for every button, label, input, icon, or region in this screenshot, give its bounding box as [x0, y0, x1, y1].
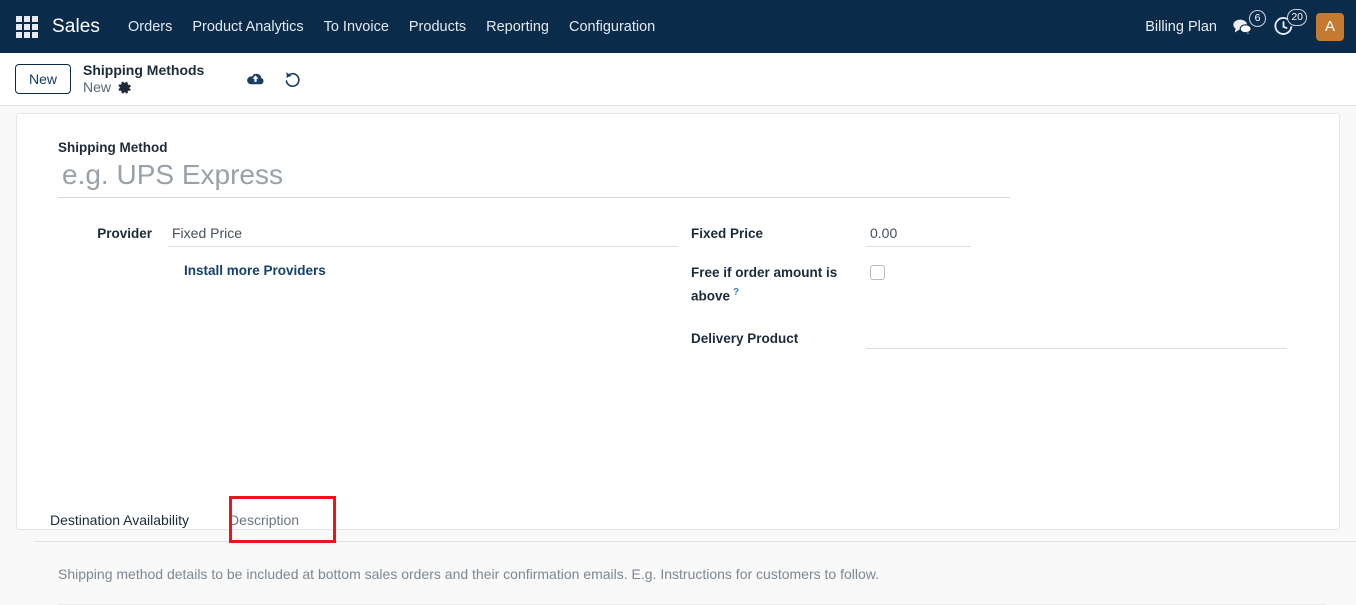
free-if-above-field-row: Free if order amount is above? — [691, 263, 1311, 307]
nav-item-to-invoice[interactable]: To Invoice — [314, 13, 399, 41]
help-icon[interactable]: ? — [733, 287, 739, 298]
gear-icon[interactable] — [118, 81, 132, 95]
save-record-button[interactable] — [246, 71, 265, 88]
form-groups: Provider Fixed Price Install more Provid… — [41, 224, 1315, 365]
apps-grid-icon[interactable] — [14, 14, 40, 40]
notebook-tabs: Destination Availability Description — [34, 496, 1356, 543]
delivery-product-field-row: Delivery Product — [691, 329, 1311, 349]
form-group-left: Provider Fixed Price Install more Provid… — [41, 224, 691, 365]
free-if-above-label-text: Free if order amount is above — [691, 265, 838, 304]
install-more-providers-link[interactable]: Install more Providers — [184, 263, 691, 278]
fixed-price-field-row: Fixed Price 0.00 — [691, 224, 1311, 247]
cloud-upload-save-icon — [247, 73, 264, 84]
activities-badge: 20 — [1287, 9, 1307, 26]
breadcrumb-parent-shipping-methods[interactable]: Shipping Methods — [83, 62, 204, 79]
breadcrumb-current-row: New — [83, 79, 204, 96]
avatar[interactable]: A — [1316, 12, 1344, 41]
fixed-price-value[interactable]: 0.00 — [866, 224, 971, 247]
nav-item-reporting[interactable]: Reporting — [476, 13, 559, 41]
delivery-product-value[interactable] — [866, 329, 1287, 349]
shipping-method-title-label: Shipping Method — [58, 140, 168, 155]
notebook-pane: Shipping method details to be included a… — [34, 542, 1356, 605]
nav-item-orders[interactable]: Orders — [118, 13, 182, 41]
tab-description[interactable]: Description — [213, 500, 315, 541]
control-panel: New Shipping Methods New — [0, 53, 1356, 106]
nav-item-products[interactable]: Products — [399, 13, 476, 41]
free-if-above-label: Free if order amount is above? — [691, 263, 866, 307]
tab-destination-availability[interactable]: Destination Availability — [34, 500, 205, 541]
provider-value[interactable]: Fixed Price — [168, 224, 678, 247]
breadcrumb: Shipping Methods New — [83, 62, 204, 96]
new-button[interactable]: New — [15, 64, 72, 94]
notebook: Destination Availability Description Shi… — [34, 496, 1356, 605]
nav-item-configuration[interactable]: Configuration — [559, 13, 665, 41]
undo-discard-icon — [285, 72, 300, 87]
shipping-method-name-input[interactable] — [58, 159, 1010, 198]
fixed-price-label: Fixed Price — [691, 226, 764, 241]
billing-plan-link[interactable]: Billing Plan — [1145, 19, 1217, 35]
provider-field-row: Provider Fixed Price — [58, 224, 691, 247]
breadcrumb-current-new: New — [83, 79, 112, 95]
activities-menu[interactable]: 20 — [1273, 9, 1307, 37]
form-sheet: Shipping Method Provider Fixed Price Ins… — [16, 113, 1356, 605]
discard-record-button[interactable] — [283, 70, 302, 88]
top-navbar: Sales Orders Product Analytics To Invoic… — [0, 0, 1356, 53]
record-actions — [246, 70, 302, 88]
free-if-above-checkbox[interactable] — [870, 265, 885, 280]
description-placeholder-text[interactable]: Shipping method details to be included a… — [58, 564, 1326, 605]
nav-item-product-analytics[interactable]: Product Analytics — [182, 13, 313, 41]
delivery-product-label: Delivery Product — [691, 330, 799, 346]
app-brand-sales[interactable]: Sales — [52, 16, 100, 38]
form-sheet-inner: Shipping Method Provider Fixed Price Ins… — [17, 114, 1339, 365]
messages-badge: 6 — [1249, 9, 1266, 27]
messages-menu[interactable]: 6 — [1231, 9, 1266, 37]
form-group-right: Fixed Price 0.00 Free if order amount is… — [691, 224, 1311, 365]
provider-label: Provider — [97, 226, 152, 241]
